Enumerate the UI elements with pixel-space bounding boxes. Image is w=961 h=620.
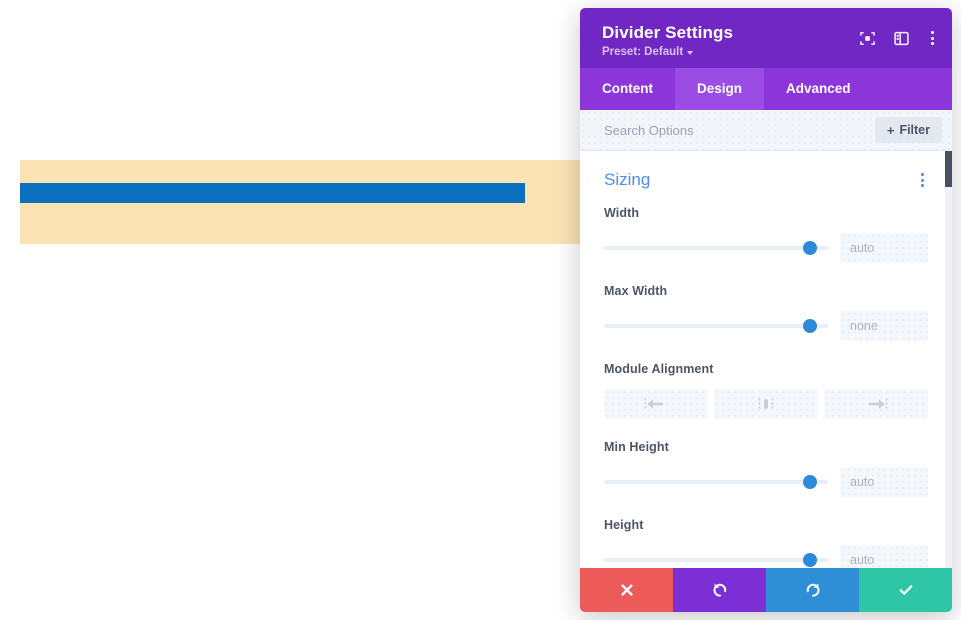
focus-icon[interactable] xyxy=(859,30,876,47)
module-alignment-group xyxy=(604,389,928,419)
save-button[interactable] xyxy=(859,568,952,612)
max-width-slider-track xyxy=(604,324,828,328)
width-slider[interactable] xyxy=(604,240,828,256)
sizing-section-header[interactable]: Sizing xyxy=(604,151,928,206)
scrollbar-thumb[interactable] xyxy=(945,151,952,187)
tab-content[interactable]: Content xyxy=(580,68,675,110)
field-max-width: Max Width xyxy=(604,284,928,341)
redo-button[interactable] xyxy=(766,568,859,612)
width-slider-handle[interactable] xyxy=(803,241,818,255)
chevron-down-icon xyxy=(687,50,694,55)
height-slider[interactable] xyxy=(604,552,828,568)
undo-button[interactable] xyxy=(673,568,766,612)
tab-advanced[interactable]: Advanced xyxy=(764,68,873,110)
modal-footer xyxy=(580,568,952,612)
undo-icon xyxy=(713,583,726,597)
width-slider-track xyxy=(604,246,828,250)
min-height-slider[interactable] xyxy=(604,474,828,490)
max-width-slider[interactable] xyxy=(604,318,828,334)
tab-design[interactable]: Design xyxy=(675,68,765,110)
settings-scroll-area[interactable]: Sizing Width Max Width xyxy=(580,151,952,568)
align-left-icon[interactable] xyxy=(604,389,708,419)
field-module-alignment: Module Alignment xyxy=(604,362,928,419)
field-module-alignment-label: Module Alignment xyxy=(604,362,714,376)
divider-settings-modal: Divider Settings Preset: Default Content… xyxy=(580,8,952,612)
align-center-icon[interactable] xyxy=(714,389,818,419)
kebab-menu-icon[interactable] xyxy=(927,28,938,48)
layout-panel-icon[interactable] xyxy=(893,30,910,47)
cancel-button[interactable] xyxy=(580,568,673,612)
search-input[interactable] xyxy=(604,122,834,138)
redo-icon xyxy=(806,583,819,597)
field-width: Width xyxy=(604,206,928,263)
modal-header: Divider Settings Preset: Default xyxy=(580,8,952,68)
preset-label: Preset: Default xyxy=(602,46,684,58)
height-slider-track xyxy=(604,558,828,562)
close-icon xyxy=(620,584,633,596)
field-max-width-label: Max Width xyxy=(604,284,668,298)
width-input[interactable] xyxy=(840,233,928,263)
align-right-icon[interactable] xyxy=(824,389,928,419)
height-input[interactable] xyxy=(840,545,928,568)
scrollbar-track[interactable] xyxy=(945,151,952,568)
search-bar: + Filter xyxy=(580,110,952,151)
field-min-height: Min Height xyxy=(604,440,928,497)
max-width-input[interactable] xyxy=(840,311,928,341)
modal-tab-bar: Content Design Advanced xyxy=(580,68,952,110)
sizing-section-title: Sizing xyxy=(604,170,651,189)
field-width-label: Width xyxy=(604,206,640,220)
min-height-slider-handle[interactable] xyxy=(803,475,818,489)
filter-button[interactable]: + Filter xyxy=(874,117,942,143)
plus-icon: + xyxy=(886,122,895,138)
height-slider-handle[interactable] xyxy=(803,553,818,567)
filter-button-label: Filter xyxy=(899,123,930,137)
divider-module[interactable] xyxy=(20,183,525,203)
checkmark-icon xyxy=(899,585,912,595)
max-width-slider-handle[interactable] xyxy=(803,319,818,333)
header-icon-group xyxy=(859,28,938,48)
field-min-height-label: Min Height xyxy=(604,440,669,454)
sizing-kebab-menu-icon[interactable] xyxy=(917,170,928,190)
min-height-slider-track xyxy=(604,480,828,484)
field-height: Height xyxy=(604,518,928,568)
min-height-input[interactable] xyxy=(840,467,928,497)
field-height-label: Height xyxy=(604,518,644,532)
